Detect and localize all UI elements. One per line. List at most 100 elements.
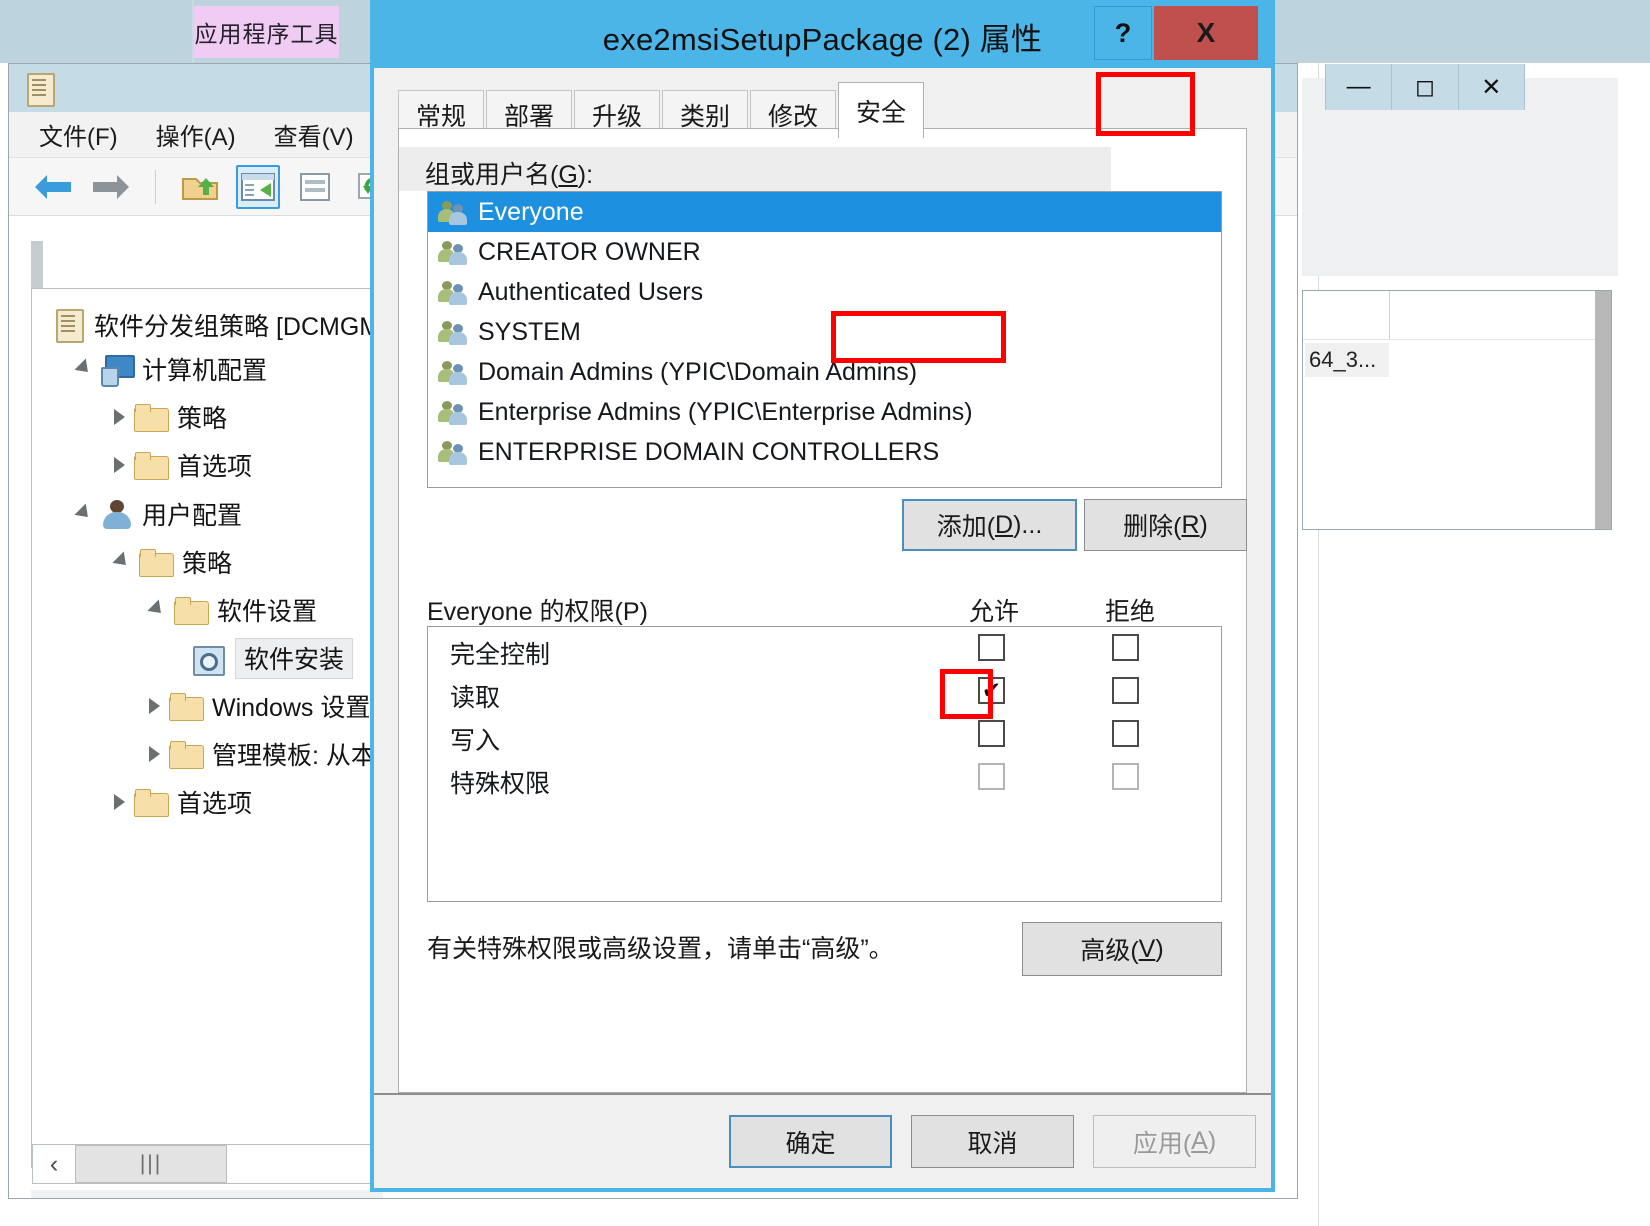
permission-row-read: 读取 ✔ bbox=[428, 670, 1221, 713]
permission-row-special: 特殊权限 bbox=[428, 756, 1221, 799]
list-item[interactable]: Domain Admins (YPIC\Domain Admins) bbox=[428, 352, 1221, 392]
list-item-label: SYSTEM bbox=[478, 317, 581, 346]
chevron-right-icon[interactable] bbox=[114, 457, 125, 473]
remove-button-accesskey: R bbox=[1181, 510, 1200, 539]
menu-file[interactable]: 文件(F) bbox=[39, 117, 118, 152]
list-item[interactable]: Enterprise Admins (YPIC\Enterprise Admin… bbox=[428, 392, 1221, 432]
tree-horizontal-scrollbar[interactable]: ‹ ||| bbox=[32, 1144, 382, 1184]
add-button[interactable]: 添加(D)... bbox=[902, 499, 1077, 551]
add-button-accesskey: D bbox=[995, 510, 1014, 539]
list-item[interactable]: Everyone bbox=[428, 192, 1221, 232]
close-button[interactable]: ✕ bbox=[1457, 64, 1525, 110]
ribbon-tab-application-tools[interactable]: 应用程序工具 bbox=[194, 6, 339, 58]
chevron-right-icon[interactable] bbox=[149, 698, 160, 714]
up-folder-icon[interactable] bbox=[178, 165, 222, 209]
apply-button-label: 应用( bbox=[1132, 1129, 1192, 1158]
menu-action[interactable]: 操作(A) bbox=[156, 117, 236, 152]
cancel-button[interactable]: 取消 bbox=[911, 1115, 1074, 1168]
minimize-button[interactable]: — bbox=[1325, 64, 1391, 110]
show-hide-console-tree-icon[interactable] bbox=[236, 164, 280, 209]
folder-icon bbox=[139, 548, 174, 577]
tree-node-user-configuration[interactable]: 用户配置 bbox=[74, 496, 242, 532]
screen: 应用程序工具 文件(F) 操作(A) 查看(V) 帮 bbox=[0, 0, 1650, 1226]
deny-checkbox-read[interactable] bbox=[1112, 677, 1139, 704]
details-column-header-version[interactable] bbox=[1389, 291, 1611, 340]
groups-label-accesskey: G bbox=[558, 161, 578, 189]
dialog-title: exe2msiSetupPackage (2) 属性 bbox=[602, 21, 1043, 57]
tree-node-windows-settings[interactable]: Windows 设置 bbox=[149, 688, 370, 724]
deny-checkbox-special bbox=[1112, 763, 1139, 790]
groups-label-text: 组或用户名( bbox=[425, 161, 559, 189]
scroll-left-arrow-icon[interactable]: ‹ bbox=[33, 1145, 75, 1183]
list-item[interactable]: Authenticated Users bbox=[428, 272, 1221, 312]
details-column-header-name[interactable] bbox=[1303, 291, 1390, 340]
chevron-down-icon[interactable] bbox=[74, 358, 94, 378]
console-document-icon bbox=[27, 73, 55, 107]
deny-checkbox-write[interactable] bbox=[1112, 720, 1139, 747]
scrollbar-thumb[interactable]: ||| bbox=[75, 1145, 227, 1183]
advanced-button-suffix: ) bbox=[1155, 934, 1164, 963]
tree-node-user-preferences[interactable]: 首选项 bbox=[114, 784, 252, 820]
tree-root-label: 软件分发组策略 [DCMGMP bbox=[94, 313, 383, 341]
deny-checkbox-full-control[interactable] bbox=[1112, 634, 1139, 661]
details-list-row[interactable]: 64_3... bbox=[1305, 343, 1389, 377]
details-list-view[interactable]: 64_3... bbox=[1302, 290, 1612, 530]
tree-node-administrative-templates[interactable]: 管理模板: 从本地讠 bbox=[149, 736, 382, 772]
chevron-right-icon[interactable] bbox=[114, 409, 125, 425]
tree-node-computer-configuration[interactable]: 计算机配置 bbox=[74, 351, 267, 387]
remove-button[interactable]: 删除(R) bbox=[1084, 499, 1247, 551]
chevron-down-icon[interactable] bbox=[147, 599, 167, 619]
list-item-label: CREATOR OWNER bbox=[478, 237, 701, 266]
permissions-label: Everyone 的权限(P) bbox=[427, 592, 648, 628]
list-item[interactable]: SYSTEM bbox=[428, 312, 1221, 352]
chevron-down-icon[interactable] bbox=[74, 503, 94, 523]
software-installation-icon bbox=[192, 644, 226, 676]
chevron-right-icon[interactable] bbox=[149, 746, 160, 762]
tree-node-software-installation[interactable]: 软件安装 bbox=[192, 638, 354, 679]
group-icon bbox=[438, 199, 468, 225]
tree-node-label: 软件设置 bbox=[217, 598, 318, 626]
scrollbar-track[interactable] bbox=[227, 1145, 381, 1183]
chevron-right-icon[interactable] bbox=[114, 794, 125, 810]
maximize-button[interactable]: ◻ bbox=[1391, 64, 1457, 110]
column-header-allow: 允许 bbox=[969, 598, 1020, 626]
tree-node-computer-preferences[interactable]: 首选项 bbox=[114, 447, 252, 483]
permission-label: 特殊权限 bbox=[450, 770, 551, 798]
menu-view[interactable]: 查看(V) bbox=[274, 117, 354, 152]
allow-checkbox-write[interactable] bbox=[978, 720, 1005, 747]
groups-label: 组或用户名(G): bbox=[425, 155, 593, 191]
permission-row-write: 写入 bbox=[428, 713, 1221, 756]
ok-button[interactable]: 确定 bbox=[729, 1115, 892, 1168]
advanced-button-accesskey: V bbox=[1138, 934, 1156, 963]
tree-node-label: Windows 设置 bbox=[212, 694, 371, 722]
advanced-button[interactable]: 高级(V) bbox=[1022, 922, 1222, 976]
permissions-label-text: Everyone 的权限( bbox=[427, 598, 623, 626]
chevron-down-icon[interactable] bbox=[112, 551, 132, 571]
group-icon bbox=[438, 439, 468, 465]
allow-checkbox-read[interactable]: ✔ bbox=[978, 677, 1005, 704]
column-header-deny: 拒绝 bbox=[1105, 598, 1156, 626]
properties-icon[interactable] bbox=[294, 165, 338, 209]
folder-icon bbox=[174, 596, 209, 625]
list-item[interactable]: ENTERPRISE DOMAIN CONTROLLERS bbox=[428, 432, 1221, 472]
tab-security[interactable]: 安全 bbox=[838, 82, 924, 138]
computer-icon bbox=[101, 355, 135, 387]
list-item-label: ENTERPRISE DOMAIN CONTROLLERS bbox=[478, 437, 940, 466]
tree-node-software-settings[interactable]: 软件设置 bbox=[147, 592, 318, 628]
details-vertical-scrollbar[interactable] bbox=[1595, 291, 1611, 529]
allow-checkbox-full-control[interactable] bbox=[978, 634, 1005, 661]
back-icon[interactable] bbox=[31, 165, 75, 209]
permissions-label-suffix: ) bbox=[639, 598, 648, 626]
tree-node-user-policies[interactable]: 策略 bbox=[112, 544, 232, 580]
tree-root-node[interactable]: 软件分发组策略 [DCMGMP bbox=[56, 307, 383, 343]
list-item[interactable]: CREATOR OWNER bbox=[428, 232, 1221, 272]
tree-node-computer-policies[interactable]: 策略 bbox=[114, 399, 227, 435]
advanced-button-label: 高级( bbox=[1080, 937, 1139, 965]
help-button[interactable]: ? bbox=[1094, 6, 1152, 60]
forward-icon[interactable] bbox=[89, 165, 133, 209]
dialog-close-button[interactable]: X bbox=[1154, 6, 1258, 60]
group-user-list[interactable]: Everyone CREATOR OWNER Authenticated Use… bbox=[427, 191, 1222, 488]
tree-node-label: 首选项 bbox=[177, 453, 253, 481]
list-item-label: Enterprise Admins (YPIC\Enterprise Admin… bbox=[478, 397, 973, 426]
folder-icon bbox=[169, 740, 204, 769]
